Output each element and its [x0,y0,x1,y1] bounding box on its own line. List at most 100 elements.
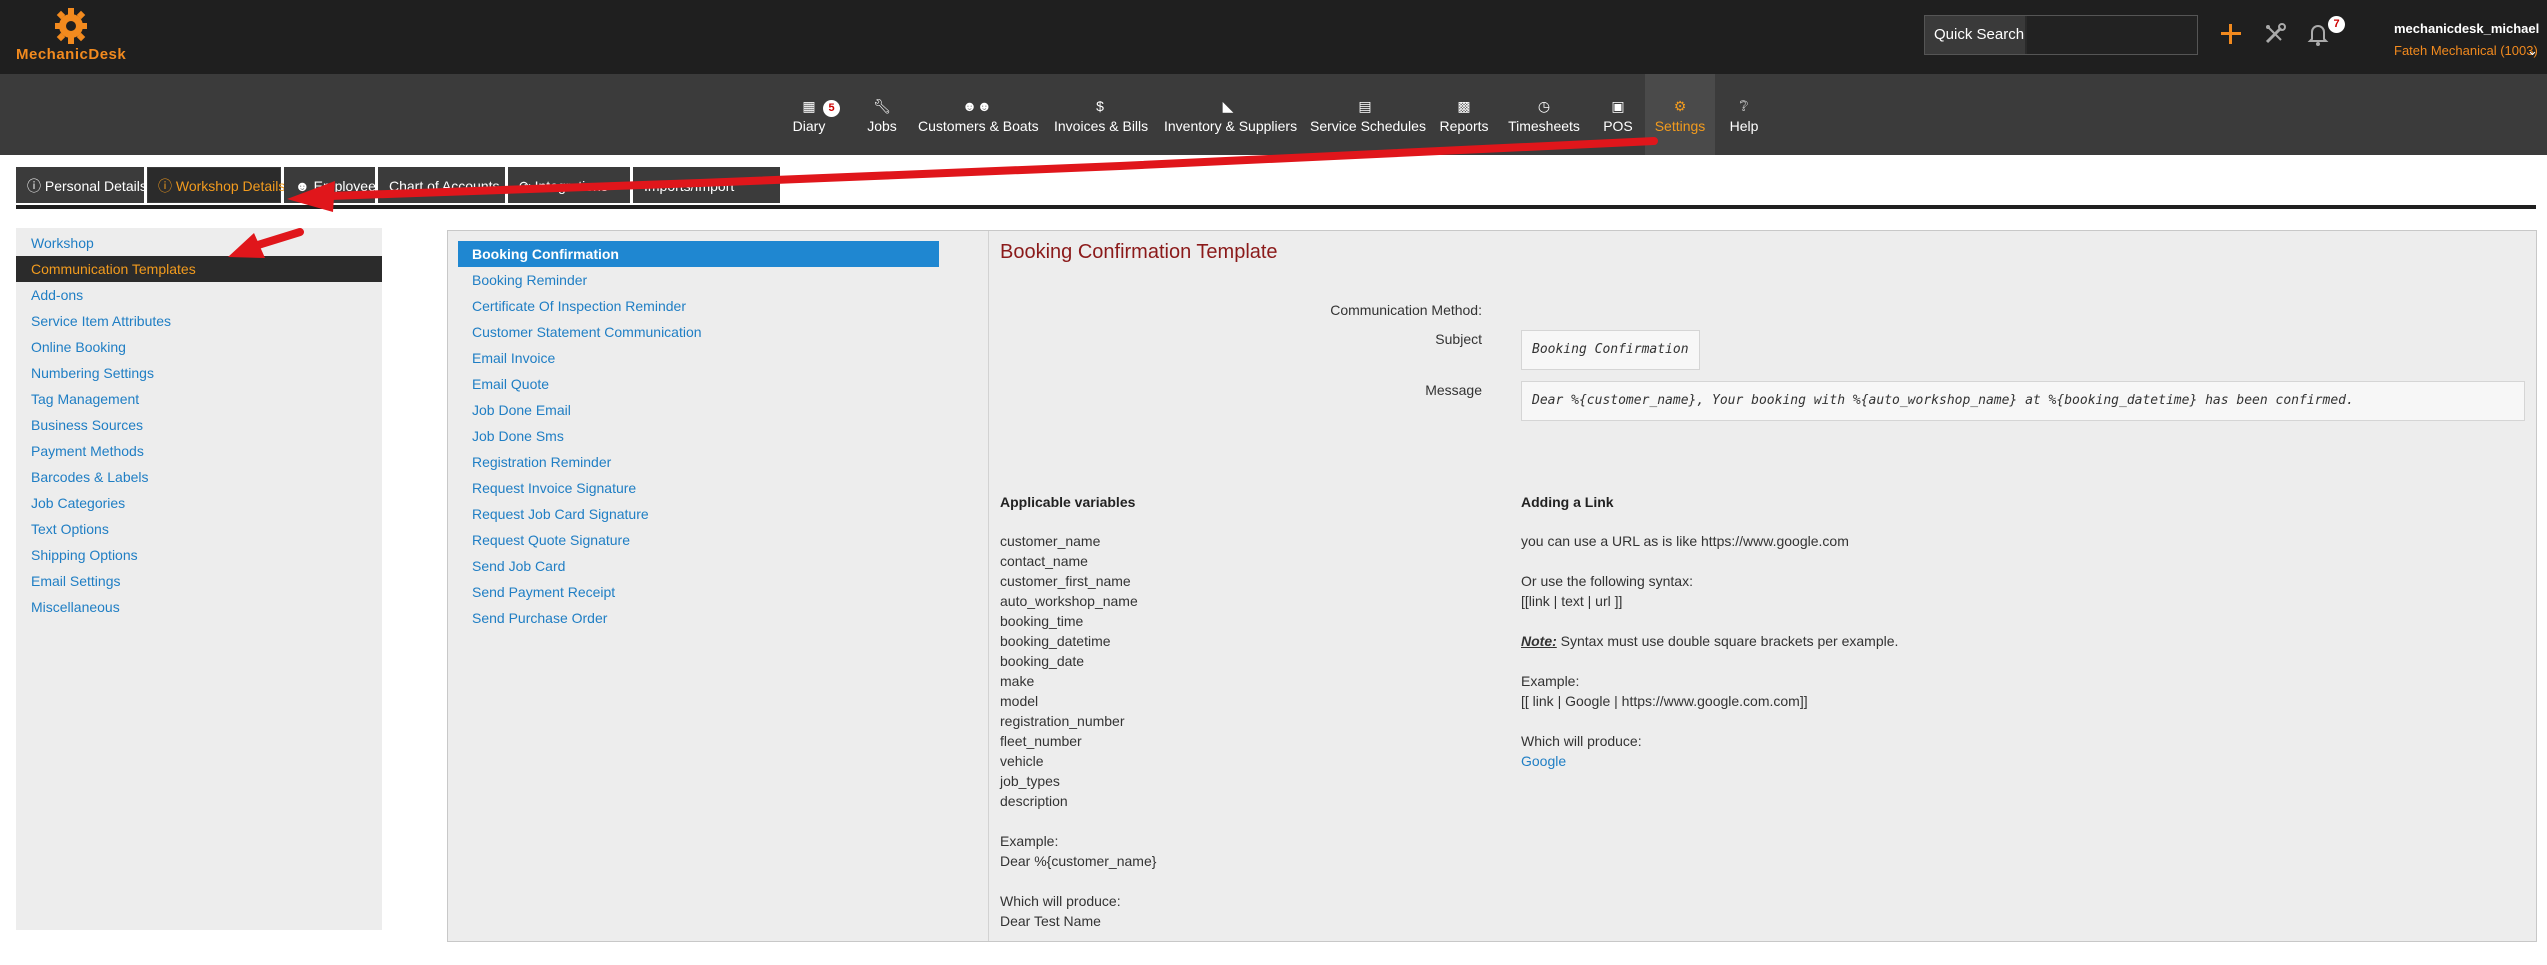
mechanicdesk-logo[interactable]: MechanicDesk [16,8,126,64]
template-item[interactable]: Certificate Of Inspection Reminder [458,293,939,319]
google-link[interactable]: Google [1521,753,1566,769]
nav-label: Settings [1654,118,1706,134]
sidebar-item-shipping-options[interactable]: Shipping Options [16,542,382,568]
tab-chart-of-accounts[interactable]: Chart of Accounts [378,167,505,203]
templates-panel: Booking Confirmation Booking Reminder Ce… [447,230,2537,942]
nav-pos[interactable]: ▣ POS [1598,74,1638,155]
sidebar-item-service-item-attributes[interactable]: Service Item Attributes [16,308,382,334]
template-item[interactable]: Booking Reminder [458,267,939,293]
subject-label: Subject [1435,331,1482,347]
tab-label: Integrations [534,178,608,194]
template-item[interactable]: Send Purchase Order [458,605,939,631]
info-icon: ⓘ [27,178,41,194]
variable-item: booking_datetime [1000,633,1111,649]
template-item[interactable]: Request Job Card Signature [458,501,939,527]
tab-personal-details[interactable]: ⓘ Personal Details [16,167,147,203]
tab-integrations[interactable]: ⟳ Integrations [508,167,630,203]
clock-icon: ◷ [1537,98,1551,114]
tools-icon[interactable] [2260,19,2290,49]
variable-item: contact_name [1000,553,1088,569]
sidebar-item-text-options[interactable]: Text Options [16,516,382,542]
template-item[interactable]: Job Done Email [458,397,939,423]
nav-settings[interactable]: ⚙︎ Settings [1645,74,1715,155]
nav-label: Invoices & Bills [1054,118,1149,134]
top-bar: MechanicDesk Quick Search 7 mechanicdesk… [0,0,2547,74]
template-item[interactable]: Registration Reminder [458,449,939,475]
sidebar-item-miscellaneous[interactable]: Miscellaneous [16,594,382,620]
sidebar-item-email-settings[interactable]: Email Settings [16,568,382,594]
template-item[interactable]: Customer Statement Communication [458,319,939,345]
variable-item: job_types [1000,773,1060,789]
adding-link-line: you can use a URL as is like https://www… [1521,533,1849,549]
nav-label: Customers & Boats [918,118,1039,134]
sidebar-item-payment-methods[interactable]: Payment Methods [16,438,382,464]
sidebar-item-communication-templates[interactable]: Communication Templates [16,256,382,282]
tab-employees[interactable]: ☻ Employees [284,167,383,203]
template-item[interactable]: Job Done Sms [458,423,939,449]
variables-produce-value: Dear Test Name [1000,913,1101,929]
sidebar-item-add-ons[interactable]: Add-ons [16,282,382,308]
tab-imports[interactable]: Imports/Import [633,167,780,203]
tab-label: Chart of Accounts [389,178,500,194]
tab-workshop-details[interactable]: ⓘ Workshop Details [147,167,285,203]
nav-jobs[interactable]: 🔧︎ Jobs [864,74,900,155]
store-icon: ▣ [1611,98,1625,114]
nav-help[interactable]: ❔︎ Help [1724,74,1764,155]
main-nav: ▦ Diary 5 🔧︎ Jobs ☻☻ Customers & Boats $… [0,74,2547,155]
nav-label: Jobs [867,118,897,134]
quick-search-label[interactable]: Quick Search [1925,16,2025,54]
adding-link-note: Note: Syntax must use double square brac… [1521,633,1898,649]
adding-link-example-value: [[ link | Google | https://www.google.co… [1521,693,1808,709]
adding-link-line: Or use the following syntax: [1521,573,1693,589]
template-item[interactable]: Booking Confirmation [458,241,939,267]
user-name[interactable]: mechanicdesk_michael [2394,21,2539,36]
chevron-down-icon[interactable]: ⌄ [2527,43,2538,59]
sidebar-item-online-booking[interactable]: Online Booking [16,334,382,360]
template-item[interactable]: Send Job Card [458,553,939,579]
subject-field[interactable]: Booking Confirmation [1521,330,1700,370]
variable-item: booking_date [1000,653,1085,669]
nav-label: Service Schedules [1310,118,1426,134]
template-item[interactable]: Email Quote [458,371,939,397]
nav-reports[interactable]: ▩ Reports [1438,74,1490,155]
gear-logo-icon [55,8,87,44]
communication-method-label: Communication Method: [1330,302,1482,318]
diary-badge: 5 [823,100,840,117]
chart-icon: ▩ [1457,98,1471,114]
question-icon: ❔︎ [1739,98,1749,114]
tabs-divider [16,205,2536,209]
template-item[interactable]: Email Invoice [458,345,939,371]
nav-timesheets[interactable]: ◷ Timesheets [1508,74,1580,155]
template-item[interactable]: Send Payment Receipt [458,579,939,605]
variables-produce-label: Which will produce: [1000,893,1121,909]
nav-service-schedules[interactable]: ▤ Service Schedules [1310,74,1426,155]
sidebar-item-tag-management[interactable]: Tag Management [16,386,382,412]
wrench-icon: 🔧︎ [873,98,891,114]
nav-invoices[interactable]: $ Invoices & Bills [1054,74,1149,155]
variable-item: customer_first_name [1000,573,1131,589]
users-icon: ☻☻ [962,98,992,114]
nav-inventory[interactable]: ◣ Inventory & Suppliers [1164,74,1298,155]
message-label: Message [1425,382,1482,398]
sidebar-item-barcodes-labels[interactable]: Barcodes & Labels [16,464,382,490]
sidebar-item-workshop[interactable]: Workshop [16,230,382,256]
add-plus-icon[interactable] [2216,19,2246,49]
quick-search: Quick Search [1924,15,2198,55]
sidebar-item-job-categories[interactable]: Job Categories [16,490,382,516]
gear-icon: ⚙︎ [1673,98,1687,114]
variables-example-label: Example: [1000,833,1059,849]
variable-item: booking_time [1000,613,1084,629]
template-item[interactable]: Request Invoice Signature [458,475,939,501]
workshop-name[interactable]: Fateh Mechanical (1003) [2394,43,2538,58]
nav-customers[interactable]: ☻☻ Customers & Boats [918,74,1039,155]
variables-heading: Applicable variables [1000,494,1136,510]
nav-diary[interactable]: ▦ Diary 5 [781,74,840,155]
sidebar-item-numbering-settings[interactable]: Numbering Settings [16,360,382,386]
variable-item: make [1000,673,1035,689]
message-field[interactable]: Dear %{customer_name}, Your booking with… [1521,381,2525,421]
template-item[interactable]: Request Quote Signature [458,527,939,553]
nav-label: Inventory & Suppliers [1164,118,1298,134]
sidebar-item-business-sources[interactable]: Business Sources [16,412,382,438]
quick-search-input[interactable] [2027,16,2197,54]
variable-item: model [1000,693,1039,709]
